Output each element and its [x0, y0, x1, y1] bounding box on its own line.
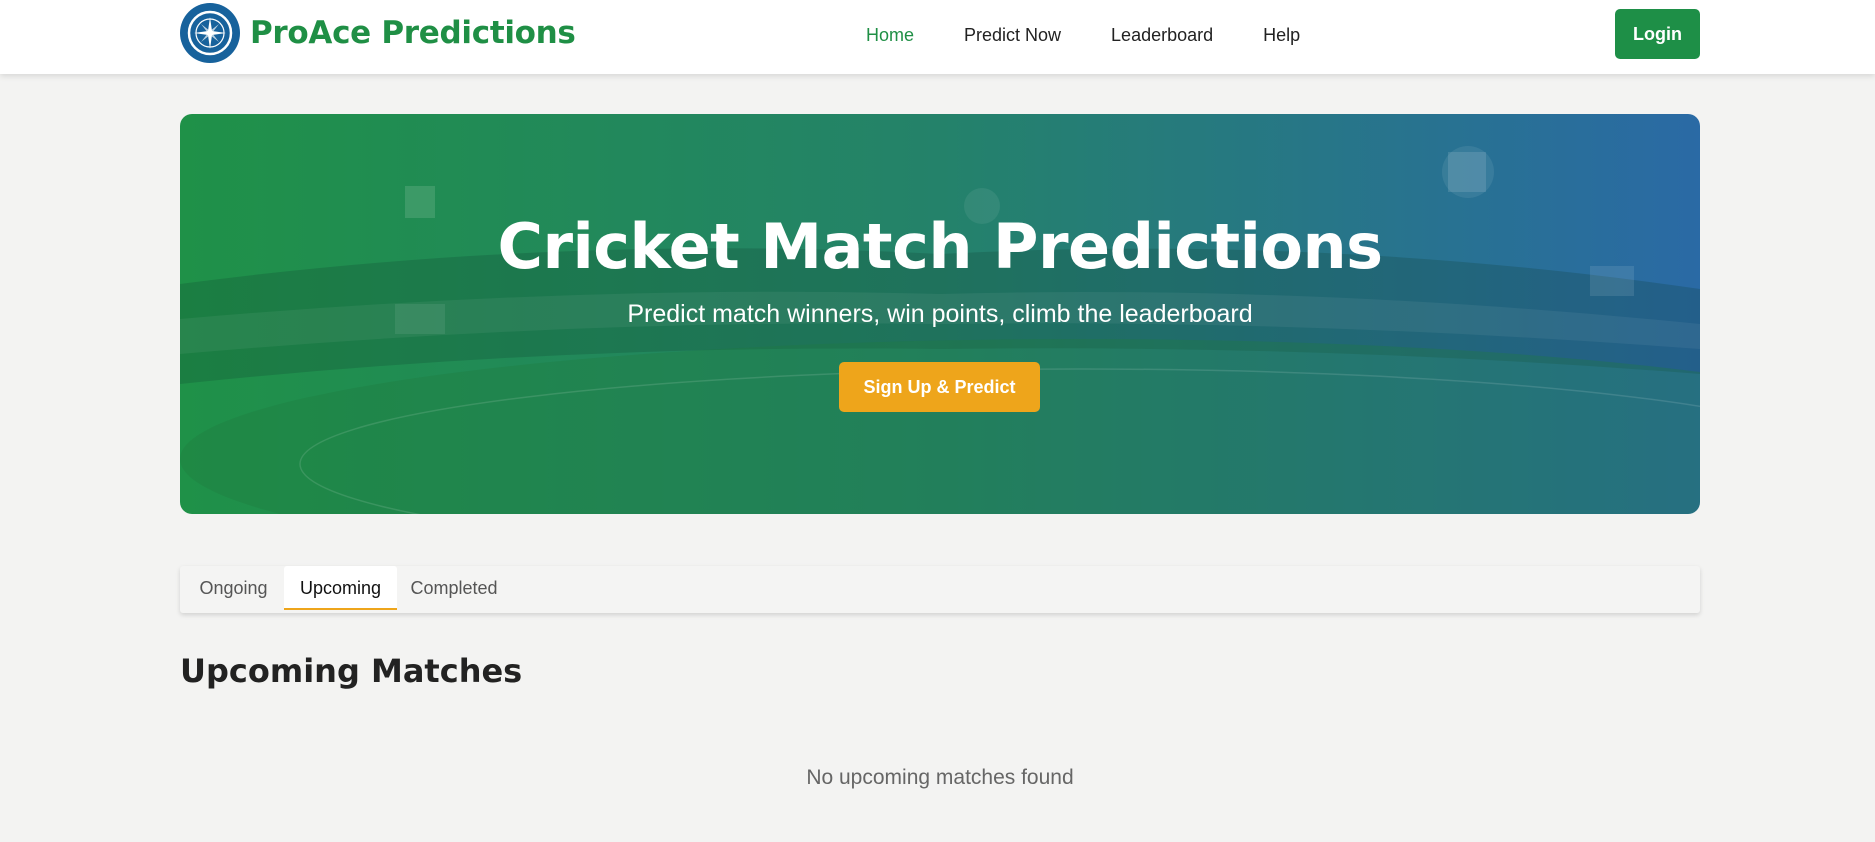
brand[interactable]: ProAce Predictions — [180, 3, 576, 63]
nav-help[interactable]: Help — [1263, 22, 1300, 48]
nav-predict-now[interactable]: Predict Now — [964, 22, 1061, 48]
brand-name: ProAce Predictions — [250, 15, 576, 51]
tab-ongoing[interactable]: Ongoing — [190, 566, 277, 610]
hero-title: Cricket Match Predictions — [497, 210, 1383, 283]
main-nav: Home Predict Now Leaderboard Help — [866, 22, 1350, 48]
nav-leaderboard[interactable]: Leaderboard — [1111, 22, 1213, 48]
top-navbar: ProAce Predictions Home Predict Now Lead… — [0, 0, 1875, 74]
nav-home[interactable]: Home — [866, 22, 914, 48]
tab-completed[interactable]: Completed — [403, 566, 505, 610]
section-title: Upcoming Matches — [180, 652, 523, 690]
hero-banner: Cricket Match Predictions Predict match … — [180, 114, 1700, 514]
match-status-tabs: Ongoing Upcoming Completed — [180, 566, 1700, 613]
login-button[interactable]: Login — [1615, 9, 1700, 59]
empty-state-message: No upcoming matches found — [806, 766, 1074, 789]
signup-predict-button[interactable]: Sign Up & Predict — [839, 362, 1040, 412]
tab-upcoming[interactable]: Upcoming — [284, 566, 397, 610]
compass-icon — [180, 3, 240, 63]
hero-subtitle: Predict match winners, win points, climb… — [627, 300, 1253, 328]
